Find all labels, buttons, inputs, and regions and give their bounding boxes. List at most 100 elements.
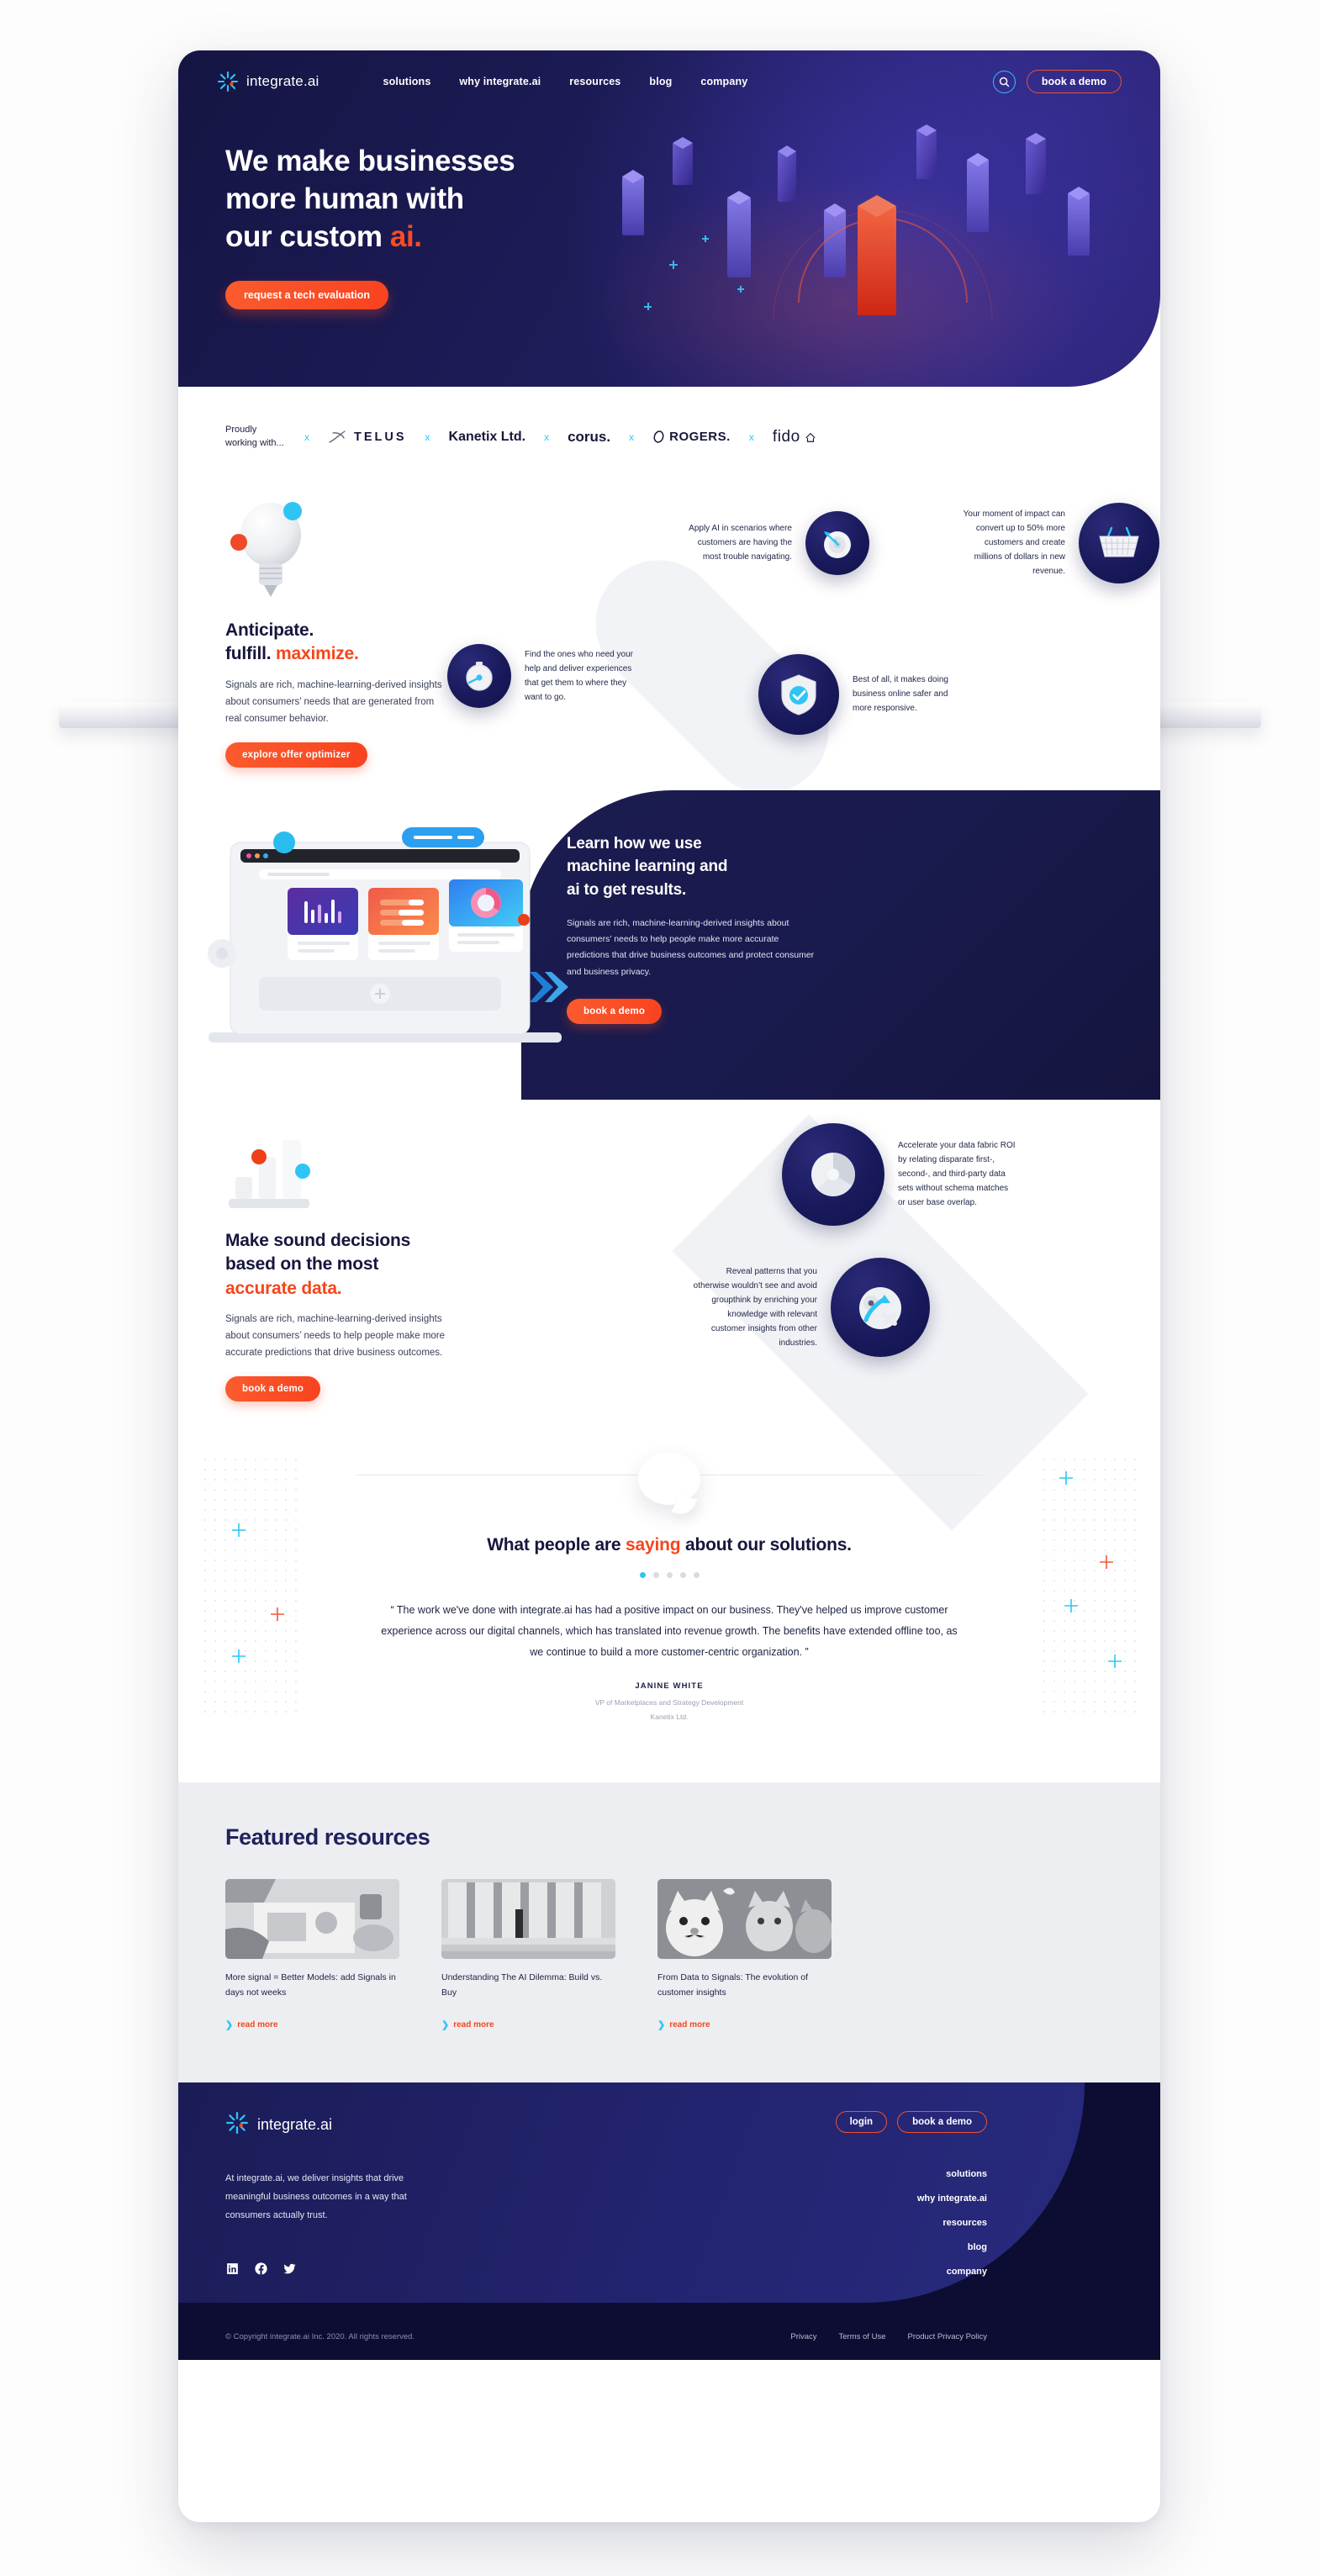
partner-logo-telus-text: TELUS [354, 430, 407, 444]
footer-link-why-integrate-ai[interactable]: why integrate.ai [917, 2193, 987, 2204]
resources-grid: More signal = Better Models: add Signals… [225, 1879, 1113, 2030]
hero-headline: We make businesses more human with our c… [225, 143, 1160, 256]
anticipate-feature-4: Best of all, it makes doing business onl… [758, 653, 962, 735]
explore-offer-optimizer-button[interactable]: explore offer optimizer [225, 742, 367, 768]
footer-middle-row: At integrate.ai, we deliver insights tha… [225, 2169, 1113, 2280]
rogers-mark-icon [653, 430, 664, 444]
carousel-dot-1[interactable] [639, 1571, 646, 1578]
nav-links: solutions why integrate.ai resources blo… [383, 76, 748, 87]
testimonial-quote: “ The work we've done with integrate.ai … [381, 1603, 958, 1658]
testimonial-heading-accent: saying [626, 1534, 681, 1555]
resource-read-more-label: read more [453, 2020, 494, 2030]
speech-bubble-icon [638, 1452, 700, 1505]
partner-logos-label: Proudly working with... [225, 425, 284, 448]
ml-copy: Learn how we use machine learning and ai… [567, 832, 819, 1025]
fido-house-icon [805, 432, 816, 442]
nav-link-resources[interactable]: resources [569, 76, 620, 87]
pie-chart-icon [782, 1122, 884, 1226]
carousel-dot-2[interactable] [652, 1571, 659, 1578]
ml-book-demo-button[interactable]: book a demo [567, 999, 663, 1025]
sound-book-demo-button[interactable]: book a demo [225, 1376, 321, 1402]
sound-heading-l2: based on the most [225, 1254, 379, 1275]
footer-link-company[interactable]: company [917, 2267, 987, 2277]
hero-headline-line3: our custom [225, 219, 390, 253]
footer-book-demo-button[interactable]: book a demo [897, 2111, 987, 2134]
arrow-pin-icon [831, 1257, 930, 1357]
resource-title: More signal = Better Models: add Signals… [225, 1972, 396, 1998]
footer-brand-name: integrate.ai [257, 2116, 333, 2134]
carousel-dot-4[interactable] [679, 1571, 686, 1578]
brand-name: integrate.ai [246, 73, 319, 89]
plus-decoration-orange-right [1100, 1555, 1113, 1569]
team-meeting-photo [225, 1879, 399, 1960]
sound-feature-1: Accelerate your data fabric ROI by relat… [782, 1122, 1016, 1226]
linkedin-icon[interactable] [225, 2262, 240, 2280]
logo-separator: x [748, 430, 754, 443]
partner-logo-rogers: ROGERS. [652, 430, 731, 444]
anticipate-heading: Anticipate. fulfill. maximize. [225, 619, 452, 667]
resource-read-more-link[interactable]: ❯ read more [225, 2019, 399, 2030]
nav-book-demo-button[interactable]: book a demo [1026, 70, 1122, 93]
partner-logo-rogers-text: ROGERS. [669, 430, 731, 445]
footer-link-blog[interactable]: blog [917, 2242, 987, 2252]
anticipate-copy: Anticipate. fulfill. maximize. Signals a… [225, 496, 452, 768]
sound-heading-l1: Make sound decisions [225, 1230, 411, 1250]
sound-feature-2-text: Reveal patterns that you otherwise would… [693, 1266, 817, 1348]
resource-read-more-link[interactable]: ❯ read more [657, 2019, 832, 2030]
search-button[interactable] [992, 70, 1016, 93]
hero-copy: We make businesses more human with our c… [178, 113, 1160, 310]
logo-separator: x [544, 430, 550, 443]
footer-link-resources[interactable]: resources [917, 2218, 987, 2228]
resource-card[interactable]: Understanding The AI Dilemma: Build vs. … [441, 1879, 615, 2030]
telus-swoosh-icon [329, 430, 346, 443]
footer-brand-logo[interactable]: integrate.ai [225, 2111, 332, 2139]
footer-link-solutions[interactable]: solutions [917, 2169, 987, 2179]
resource-card[interactable]: From Data to Signals: The evolution of c… [657, 1879, 832, 2030]
chevron-right-icon: ❯ [225, 2020, 234, 2031]
shopping-basket-icon [1079, 502, 1159, 583]
hero-cta-button[interactable]: request a tech evaluation [225, 281, 389, 310]
brand-logo[interactable]: integrate.ai [217, 71, 319, 92]
footer-social-links [225, 2262, 436, 2280]
twitter-icon[interactable] [282, 2262, 297, 2280]
legal-links: Privacy Terms of Use Product Privacy Pol… [790, 2332, 987, 2341]
resource-title: From Data to Signals: The evolution of c… [657, 1972, 808, 1998]
anticipate-section: Anticipate. fulfill. maximize. Signals a… [178, 479, 1160, 820]
carousel-dot-5[interactable] [693, 1571, 700, 1578]
nav-link-why-integrate-ai[interactable]: why integrate.ai [459, 76, 541, 87]
login-button[interactable]: login [835, 2111, 888, 2134]
footer-actions: login book a demo [835, 2111, 987, 2134]
hero-headline-accent: ai. [389, 219, 422, 253]
testimonial-section: What people are saying about our solutio… [178, 1419, 1160, 1783]
resource-card[interactable]: More signal = Better Models: add Signals… [225, 1879, 399, 2030]
sound-copy: Make sound decisions based on the most a… [225, 1135, 461, 1402]
anticipate-feature-4-text: Best of all, it makes doing business onl… [853, 675, 948, 714]
anticipate-feature-3: Find the ones who need your help and del… [447, 643, 634, 708]
anticipate-heading-accent: maximize. [276, 644, 359, 664]
sound-decisions-section: Make sound decisions based on the most a… [178, 1100, 1160, 1531]
logo-separator: x [629, 430, 635, 443]
anticipate-feature-3-text: Find the ones who need your help and del… [525, 649, 633, 702]
legal-link-terms[interactable]: Terms of Use [839, 2332, 886, 2341]
nav-link-solutions[interactable]: solutions [383, 76, 431, 87]
partner-logo-telus: TELUS [328, 430, 407, 445]
legal-link-privacy[interactable]: Privacy [790, 2332, 816, 2341]
carousel-dot-3[interactable] [666, 1571, 673, 1578]
target-dart-icon [805, 510, 869, 575]
ml-heading-l2: machine learning and [567, 858, 728, 876]
cat-figurines-photo [657, 1879, 832, 1960]
sound-feature-1-text: Accelerate your data fabric ROI by relat… [898, 1141, 1016, 1208]
starburst-icon [225, 2111, 249, 2139]
resource-read-more-link[interactable]: ❯ read more [441, 2019, 615, 2030]
nav-link-company[interactable]: company [700, 76, 747, 87]
testimonial-role: VP of Marketplaces and Strategy Developm… [594, 1697, 744, 1707]
facebook-icon[interactable] [254, 2262, 268, 2280]
nav-link-blog[interactable]: blog [649, 76, 672, 87]
anticipate-feature-1-text: Apply AI in scenarios where customers ar… [689, 524, 792, 562]
footer-navigation: solutions why integrate.ai resources blo… [917, 2169, 987, 2280]
sound-feature-2: Reveal patterns that you otherwise would… [691, 1257, 930, 1357]
dot-grid-right [1039, 1454, 1138, 1715]
footer-about-text: At integrate.ai, we deliver insights tha… [225, 2173, 407, 2221]
legal-link-product-privacy[interactable]: Product Privacy Policy [907, 2332, 987, 2341]
main-navigation: integrate.ai solutions why integrate.ai … [178, 50, 1160, 113]
